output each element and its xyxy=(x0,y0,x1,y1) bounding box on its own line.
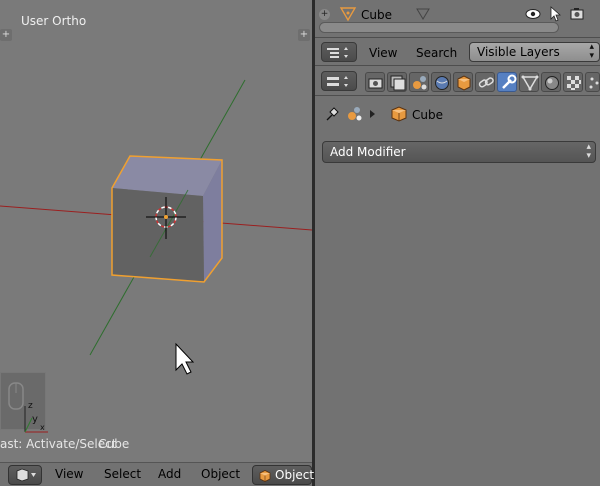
properties-editor-icon xyxy=(327,47,348,58)
tab-object[interactable] xyxy=(453,72,473,92)
axis-y-label: y xyxy=(32,414,38,425)
mouse-pointer-icon xyxy=(175,342,195,375)
dropdown-arrows-icon: ▴ ▾ xyxy=(589,42,594,61)
properties-editor: + Cube View Search Visible Layers ▴ ▾ Cu… xyxy=(315,0,600,486)
add-modifier-label: Add Modifier xyxy=(330,145,406,159)
render-camera-icon[interactable] xyxy=(569,7,587,21)
properties-editor-type-button[interactable] xyxy=(321,42,357,62)
object-cube-icon xyxy=(457,75,471,91)
last-operator-info: ast: Activate/Select Cube xyxy=(0,437,129,451)
visible-layers-dropdown[interactable]: Visible Layers ▴ ▾ xyxy=(469,42,600,62)
render-layers-icon xyxy=(390,75,406,91)
tab-material[interactable] xyxy=(541,72,561,92)
scene-icon xyxy=(348,107,362,121)
region-expand-right-icon[interactable]: + xyxy=(298,29,310,41)
axis-x-label: x xyxy=(40,423,45,432)
outliner-strip: + Cube xyxy=(315,0,600,38)
outliner-scrollbar[interactable] xyxy=(319,22,559,33)
menu-select[interactable]: Select xyxy=(104,467,141,481)
particles-icon xyxy=(589,77,599,89)
editor-type-button[interactable] xyxy=(8,465,42,485)
object-cube-icon xyxy=(391,106,407,122)
outliner-object-name[interactable]: Cube xyxy=(361,8,392,22)
menu-add[interactable]: Add xyxy=(158,467,181,481)
mesh-data-icon xyxy=(416,8,430,20)
mesh-triangle-icon xyxy=(339,7,357,22)
eye-icon[interactable] xyxy=(525,7,541,21)
scene-icon xyxy=(413,76,427,90)
menu-object[interactable]: Object xyxy=(201,467,240,481)
axis-gizmo-icon: z y x xyxy=(24,401,48,433)
tab-modifiers[interactable] xyxy=(497,72,517,92)
properties-menu-view[interactable]: View xyxy=(369,46,397,60)
pin-icon[interactable] xyxy=(324,106,340,122)
visible-layers-value: Visible Layers xyxy=(477,45,560,59)
mode-label: Object xyxy=(275,468,315,482)
tab-render-layers[interactable] xyxy=(387,72,407,92)
context-object-name: Cube xyxy=(412,108,443,122)
tab-scene[interactable] xyxy=(409,72,429,92)
menu-view[interactable]: View xyxy=(55,467,83,481)
object-mode-icon xyxy=(259,470,271,482)
active-object-label: Cube xyxy=(98,437,130,451)
wrench-icon xyxy=(502,74,517,89)
tab-particles[interactable] xyxy=(585,72,600,92)
render-camera-icon xyxy=(368,78,383,89)
tab-toggle-icon xyxy=(327,76,348,87)
add-modifier-dropdown[interactable]: Add Modifier ▴ ▾ xyxy=(322,141,596,163)
world-icon xyxy=(435,76,449,90)
region-expand-left-icon[interactable]: + xyxy=(0,29,12,41)
3d-viewport[interactable]: User Ortho + + z y x ast: Activate/Selec… xyxy=(0,0,312,462)
mesh-data-icon xyxy=(521,75,539,91)
properties-context-breadcrumb: Cube xyxy=(315,98,600,132)
cube-editor-icon xyxy=(16,468,36,482)
tab-object-data[interactable] xyxy=(519,72,539,92)
tab-render[interactable] xyxy=(365,72,385,92)
constraint-link-icon xyxy=(478,77,494,88)
properties-menu-search[interactable]: Search xyxy=(416,46,457,60)
texture-checker-icon xyxy=(567,76,581,90)
cursor-select-icon[interactable] xyxy=(549,6,561,22)
view-label: User Ortho xyxy=(21,14,87,28)
cube-front-face xyxy=(112,188,204,282)
interaction-mode-dropdown[interactable]: Object xyxy=(252,465,315,485)
breadcrumb-chevron-icon xyxy=(370,110,375,118)
3d-view-header: View Select Add Object Object xyxy=(0,462,315,486)
tab-view-toggle-button[interactable] xyxy=(321,71,357,91)
tab-world[interactable] xyxy=(431,72,451,92)
properties-tabs xyxy=(315,68,600,96)
tab-texture[interactable] xyxy=(563,72,583,92)
properties-header: View Search Visible Layers ▴ ▾ xyxy=(315,40,600,66)
outliner-expand-icon[interactable]: + xyxy=(319,9,330,20)
tab-constraints[interactable] xyxy=(475,72,495,92)
dropdown-arrows-icon: ▴ ▾ xyxy=(586,142,591,161)
material-sphere-icon xyxy=(545,76,559,90)
axis-z-label: z xyxy=(28,401,33,411)
